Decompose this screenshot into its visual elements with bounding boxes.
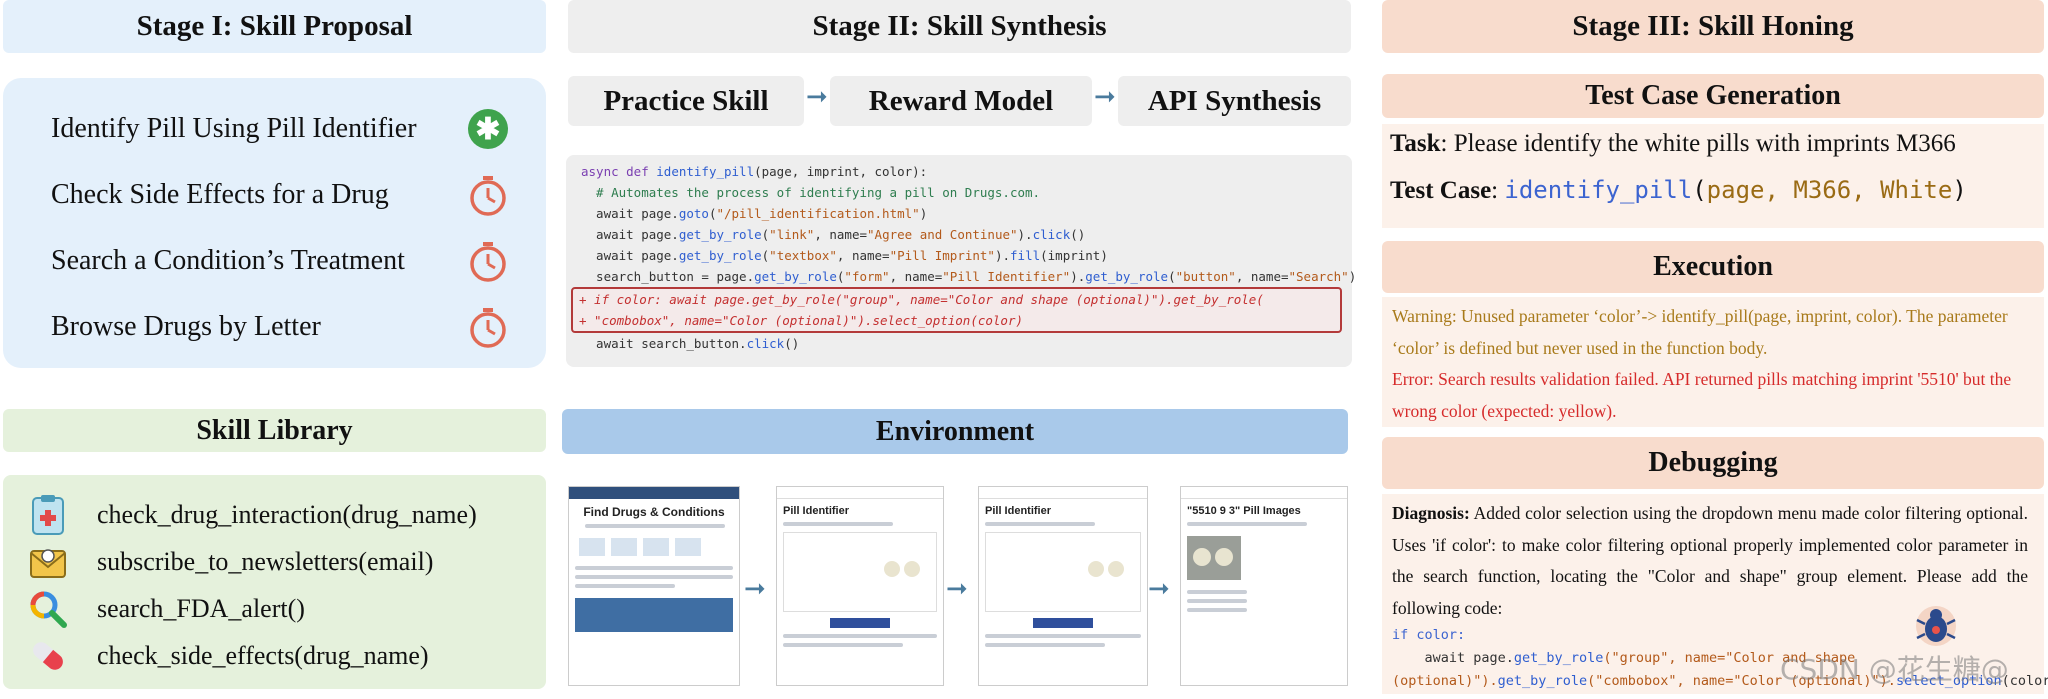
library-item: search_FDA_alert() [27,585,546,632]
skill-label: Search a Condition’s Treatment [51,245,405,276]
skill-label: Identify Pill Using Pill Identifier [51,113,417,144]
skill-library-panel: check_drug_interaction(drug_name) subscr… [3,475,546,689]
arrow-right-icon: ➞ [946,574,968,603]
code-added-line: + if color: await page.get_by_role("grou… [579,292,1264,307]
debugging-header: Debugging [1382,437,2044,489]
environment-header: Environment [562,409,1348,454]
execution-header: Execution [1382,241,2044,293]
clipboard-icon [32,494,64,535]
skill-item: Identify Pill Using Pill Identifier ✱ [51,96,508,162]
code-line: async def identify_pill(page, imprint, c… [581,164,928,179]
browser-screenshot: "5510 9 3" Pill Images [1180,486,1348,686]
arrow-right-icon: ➞ [806,82,828,111]
code-line: await page.goto("/pill_identification.ht… [581,206,928,221]
code-diff-added: + if color: await page.get_by_role("grou… [571,287,1342,333]
library-item: check_drug_interaction(drug_name) [27,491,546,538]
timer-icon [470,308,506,348]
stage3-header: Stage III: Skill Honing [1382,0,2044,53]
library-label: check_side_effects(drug_name) [97,640,429,670]
skill-item: Browse Drugs by Letter [51,294,508,360]
code-line: await page.get_by_role("link", name="Agr… [581,227,1086,242]
execution-panel: Warning: Unused parameter ‘color’-> iden… [1382,297,2044,427]
code-comment: # Automates the process of identifying a… [581,185,1041,200]
watermark: CSDN @花生糖@ [1780,653,2009,686]
skill-library-header: Skill Library [3,409,546,452]
bug-icon [1916,606,1956,646]
skill-label: Check Side Effects for a Drug [51,179,389,210]
code-line: await search_button.click() [581,336,800,351]
skill-item: Search a Condition’s Treatment [51,228,508,294]
magnifier-icon [30,591,67,628]
task-line: Task: Please identify the white pills wi… [1390,130,1956,157]
skill-proposal-panel: Identify Pill Using Pill Identifier ✱ Ch… [3,78,546,368]
stage2-header: Stage II: Skill Synthesis [568,0,1351,53]
browser-screenshot: Pill Identifier [978,486,1148,686]
stage1-header: Stage I: Skill Proposal [3,0,546,53]
code-added-line: + "combobox", name="Color (optional)").s… [579,313,1024,328]
test-case-line: Test Case: identify_pill(page, M366, Whi… [1390,176,1967,204]
browser-screenshot: Pill Identifier [776,486,944,686]
arrow-right-icon: ➞ [744,574,766,603]
library-item: subscribe_to_newsletters(email) [27,538,546,585]
timer-icon [470,176,506,216]
api-synthesis-step: API Synthesis [1118,76,1351,126]
timer-icon [470,242,506,282]
reward-model-step: Reward Model [830,76,1092,126]
arrow-right-icon: ➞ [1148,574,1170,603]
error-message: Error: Search results validation failed.… [1392,369,2012,421]
test-case-generation-header: Test Case Generation [1382,74,2044,118]
library-label: check_drug_interaction(drug_name) [97,499,477,529]
test-case-panel: Task: Please identify the white pills wi… [1382,124,2044,228]
browser-screenshot: Find Drugs & Conditions [568,486,740,686]
practice-skill-step: Practice Skill [568,76,804,126]
code-line: await page.get_by_role("textbox", name="… [581,248,1108,263]
gear-icon: ✱ [468,109,508,149]
library-item: check_side_effects(drug_name) [27,632,546,679]
skill-label: Browse Drugs by Letter [51,311,321,342]
arrow-right-icon: ➞ [1094,82,1116,111]
envelope-icon [30,548,66,578]
warning-message: Warning: Unused parameter ‘color’-> iden… [1392,306,2008,358]
skill-item: Check Side Effects for a Drug [51,162,508,228]
library-label: subscribe_to_newsletters(email) [97,546,434,576]
code-line: search_button = page.get_by_role("form",… [581,269,1357,284]
code-panel: async def identify_pill(page, imprint, c… [566,155,1357,367]
library-label: search_FDA_alert() [97,593,305,623]
capsule-icon [33,641,63,670]
